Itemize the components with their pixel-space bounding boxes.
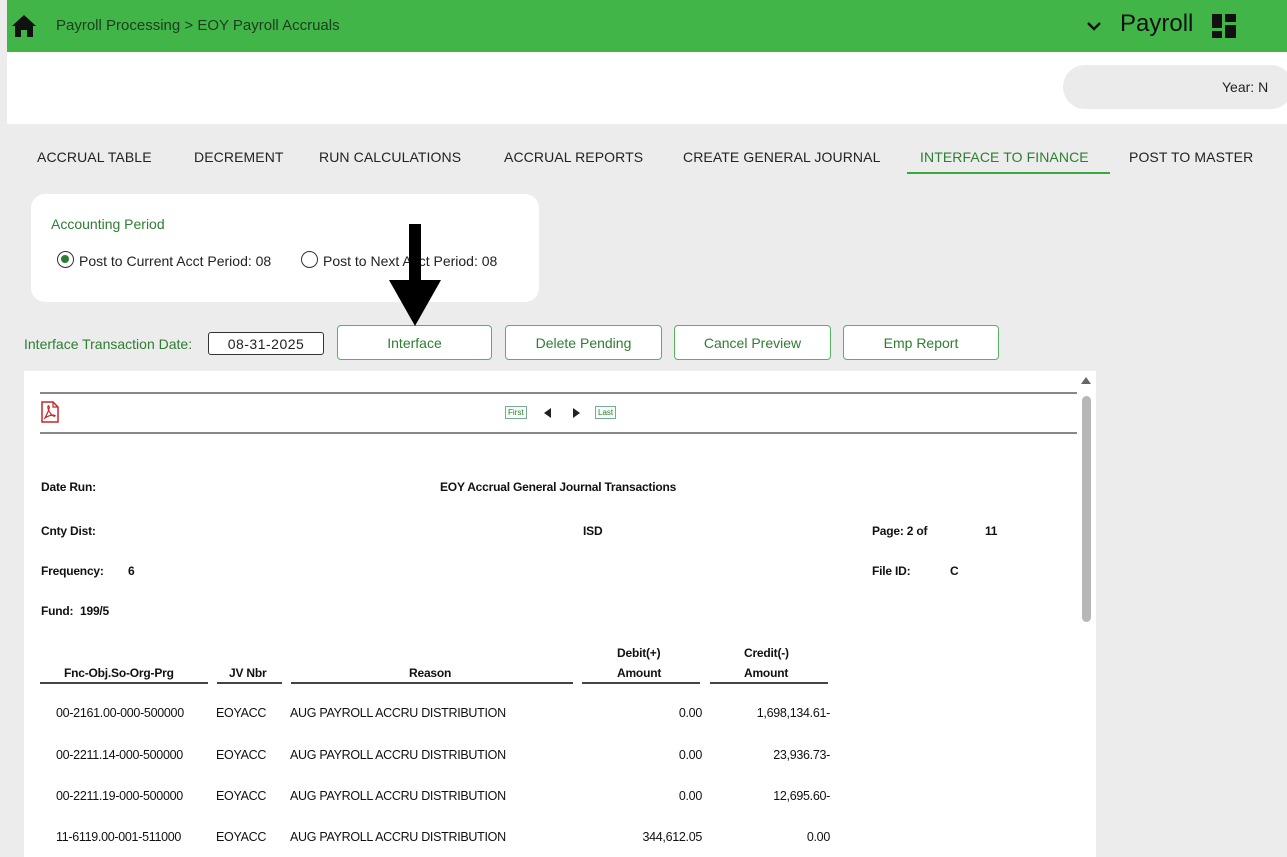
tab-decrement[interactable]: DECREMENT	[194, 149, 284, 165]
tab-run-calculations[interactable]: RUN CALCULATIONS	[319, 149, 461, 165]
home-icon[interactable]	[11, 14, 37, 38]
cell-debit: 344,612.05	[642, 830, 702, 844]
breadcrumb[interactable]: Payroll Processing > EOY Payroll Accrual…	[56, 17, 340, 34]
column-header-reason: Reason	[409, 666, 452, 680]
cell-jv: EOYACC	[216, 706, 267, 720]
app-title: Payroll	[1120, 10, 1194, 37]
cell-jv: EOYACC	[216, 789, 267, 803]
cell-jv: EOYACC	[216, 748, 267, 762]
chevron-down-icon[interactable]	[1085, 19, 1103, 33]
cnty-dist-label: Cnty Dist:	[41, 524, 96, 538]
first-page-button[interactable]: First	[505, 406, 527, 419]
cell-reason: AUG PAYROLL ACCRU DISTRIBUTION	[290, 706, 506, 720]
file-id-label: File ID:	[872, 564, 911, 578]
column-header-debit-amount: Amount	[617, 666, 662, 680]
next-page-icon[interactable]	[573, 408, 580, 418]
accounting-period-card	[31, 194, 539, 302]
tab-post-to-master[interactable]: POST TO MASTER	[1129, 149, 1253, 165]
scrollbar-thumb[interactable]	[1082, 396, 1091, 622]
column-rule	[217, 682, 282, 684]
cell-account: 11-6119.00-001-511000	[56, 830, 182, 844]
column-rule	[291, 682, 573, 684]
accounting-period-title: Accounting Period	[51, 216, 165, 232]
pdf-export-icon[interactable]	[40, 401, 60, 423]
radio-current-acct-period[interactable]	[57, 251, 74, 268]
scroll-up-arrow-icon[interactable]	[1081, 377, 1091, 384]
tab-accrual-reports[interactable]: ACCRUAL REPORTS	[504, 149, 643, 165]
cell-credit: 0.00	[806, 830, 830, 844]
column-rule	[582, 682, 700, 684]
year-label[interactable]: Year: N	[1222, 79, 1268, 95]
report-title: EOY Accrual General Journal Transactions	[440, 480, 677, 494]
last-page-button[interactable]: Last	[595, 406, 617, 419]
emp-report-button[interactable]: Emp Report	[843, 325, 999, 360]
date-run-label: Date Run:	[41, 480, 96, 494]
fund-label: Fund:	[41, 604, 74, 618]
cell-jv: EOYACC	[216, 830, 267, 844]
cell-debit: 0.00	[678, 706, 702, 720]
cell-reason: AUG PAYROLL ACCRU DISTRIBUTION	[290, 748, 506, 762]
app-grid-icon[interactable]	[1211, 13, 1237, 39]
interface-button[interactable]: Interface	[337, 325, 492, 360]
column-header-credit-amount: Amount	[744, 666, 789, 680]
report-viewer	[24, 371, 1096, 857]
frequency-value: 6	[128, 564, 135, 578]
tab-accrual-table[interactable]: ACCRUAL TABLE	[37, 149, 152, 165]
interface-date-label: Interface Transaction Date:	[24, 336, 193, 352]
tab-create-general-journal[interactable]: CREATE GENERAL JOURNAL	[683, 149, 880, 165]
radio-next-acct-period[interactable]	[301, 251, 318, 268]
cell-debit: 0.00	[678, 789, 702, 803]
org-type: ISD	[583, 524, 603, 538]
annotation-down-arrow-icon	[389, 224, 441, 326]
cell-reason: AUG PAYROLL ACCRU DISTRIBUTION	[290, 830, 506, 844]
radio-current-acct-period-label[interactable]: Post to Current Acct Period: 08	[79, 253, 271, 269]
column-header-jv-nbr: JV Nbr	[229, 666, 267, 680]
tab-interface-to-finance[interactable]: INTERFACE TO FINANCE	[920, 149, 1089, 165]
viewer-toolbar-bottom-border	[40, 432, 1077, 434]
fund-value: 199/5	[80, 604, 110, 618]
file-id-value: C	[950, 564, 959, 578]
viewer-toolbar-top-border	[40, 392, 1077, 394]
cell-account: 00-2161.00-000-500000	[56, 706, 184, 720]
cell-reason: AUG PAYROLL ACCRU DISTRIBUTION	[290, 789, 506, 803]
cell-credit: 23,936.73-	[773, 748, 830, 762]
page-total: 11	[985, 524, 998, 538]
delete-pending-button[interactable]: Delete Pending	[505, 325, 662, 360]
cell-credit: 1,698,134.61-	[756, 706, 831, 720]
frequency-label: Frequency:	[41, 564, 104, 578]
column-header-credit: Credit(-)	[744, 646, 789, 660]
cell-credit: 12,695.60-	[773, 789, 830, 803]
column-header-account: Fnc-Obj.So-Org-Prg	[64, 666, 174, 680]
cell-account: 00-2211.19-000-500000	[56, 789, 183, 803]
page-label: Page: 2 of	[872, 524, 928, 538]
cell-debit: 0.00	[678, 748, 702, 762]
active-tab-indicator	[907, 172, 1110, 174]
interface-date-input[interactable]	[208, 332, 324, 355]
previous-page-icon[interactable]	[544, 408, 551, 418]
column-rule	[710, 682, 828, 684]
cancel-preview-button[interactable]: Cancel Preview	[674, 325, 831, 360]
column-header-debit: Debit(+)	[617, 646, 661, 660]
column-rule	[40, 682, 208, 684]
cell-account: 00-2211.14-000-500000	[56, 748, 183, 762]
